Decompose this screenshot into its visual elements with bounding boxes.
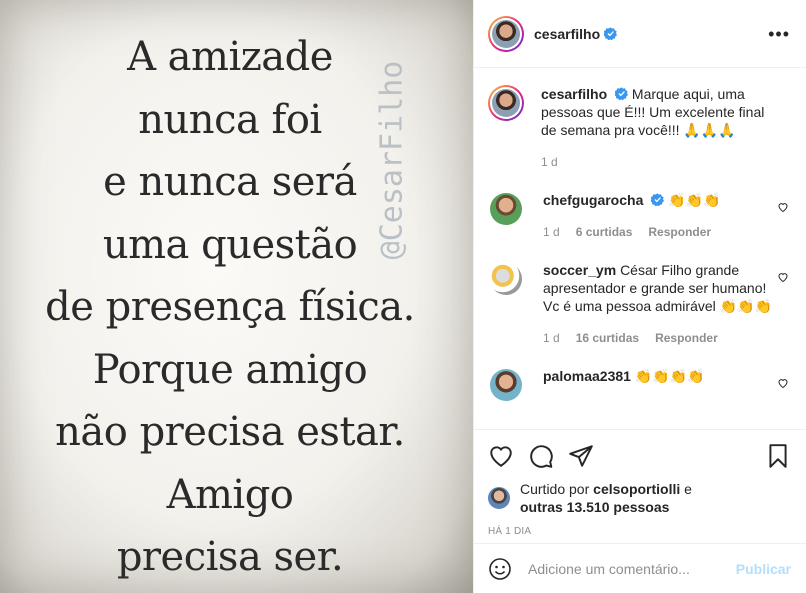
share-send-icon[interactable]: [568, 443, 594, 469]
heart-icon[interactable]: [777, 201, 789, 213]
comment-likes-count[interactable]: 16 curtidas: [576, 329, 639, 347]
save-bookmark-icon[interactable]: [765, 443, 791, 469]
commenter-avatar[interactable]: [490, 369, 522, 401]
commenter-avatar[interactable]: [490, 263, 522, 295]
action-bar: [488, 440, 791, 472]
heart-icon[interactable]: [777, 271, 789, 283]
comment-username[interactable]: chefgugarocha: [543, 192, 643, 208]
image-vignette: [0, 0, 473, 593]
post-actions: Curtido por celsoportiolli e outras 13.5…: [474, 429, 806, 537]
liker-username[interactable]: celsoportiolli: [593, 481, 680, 497]
more-options-icon[interactable]: •••: [768, 25, 790, 43]
post-image[interactable]: A amizade nunca foi e nunca será uma que…: [0, 0, 473, 593]
like-heart-icon[interactable]: [488, 443, 514, 469]
post-side-panel: cesarfilho ••• cesarfilho Marque aqui, u…: [473, 0, 806, 593]
commenter-avatar[interactable]: [490, 193, 522, 225]
likes-summary: Curtido por celsoportiolli e outras 13.5…: [488, 480, 791, 516]
author-avatar[interactable]: [488, 85, 524, 121]
comment-text: 👏👏👏: [668, 192, 721, 208]
likes-others-link[interactable]: outras 13.510 pessoas: [520, 499, 669, 515]
post-timestamp[interactable]: Há 1 dia: [488, 526, 791, 537]
author-username[interactable]: cesarfilho: [534, 26, 600, 42]
heart-icon[interactable]: [777, 377, 789, 389]
caption-username[interactable]: cesarfilho: [541, 86, 607, 102]
reply-button[interactable]: Responder: [655, 329, 718, 347]
liker-avatar[interactable]: [488, 487, 510, 509]
publish-button[interactable]: Publicar: [736, 561, 791, 577]
comment-item: palomaa2381 👏👏👏👏: [488, 367, 791, 403]
comment-likes-count[interactable]: 6 curtidas: [576, 223, 633, 241]
reply-button[interactable]: Responder: [648, 223, 711, 241]
likes-prefix: Curtido por: [520, 481, 590, 497]
verified-badge-icon: [651, 193, 665, 206]
comment-item: chefgugarocha 👏👏👏 1 d 6 curtidas Respond…: [488, 191, 791, 241]
comment-bubble-icon[interactable]: [528, 443, 554, 469]
comments-list[interactable]: cesarfilho Marque aqui, uma pessoas que …: [474, 69, 806, 429]
verified-badge-icon: [615, 87, 629, 100]
comment-time[interactable]: 1 d: [543, 329, 560, 347]
comment-username[interactable]: soccer_ym: [543, 262, 616, 278]
caption-time[interactable]: 1 d: [541, 153, 558, 171]
comment-username[interactable]: palomaa2381: [543, 368, 631, 384]
comment-time[interactable]: 1 d: [543, 223, 560, 241]
comment-input[interactable]: [528, 560, 718, 577]
add-comment-bar: Publicar: [474, 543, 806, 593]
post-caption: cesarfilho Marque aqui, uma pessoas que …: [488, 85, 791, 171]
author-avatar[interactable]: [488, 15, 524, 52]
comment-text: 👏👏👏👏: [634, 368, 705, 384]
likes-middle: e: [684, 481, 692, 497]
comment-item: soccer_ym César Filho grande apresentado…: [488, 261, 791, 347]
verified-badge-icon: [604, 27, 618, 40]
emoji-smiley-icon[interactable]: [488, 557, 512, 581]
post-header: cesarfilho •••: [474, 0, 806, 68]
